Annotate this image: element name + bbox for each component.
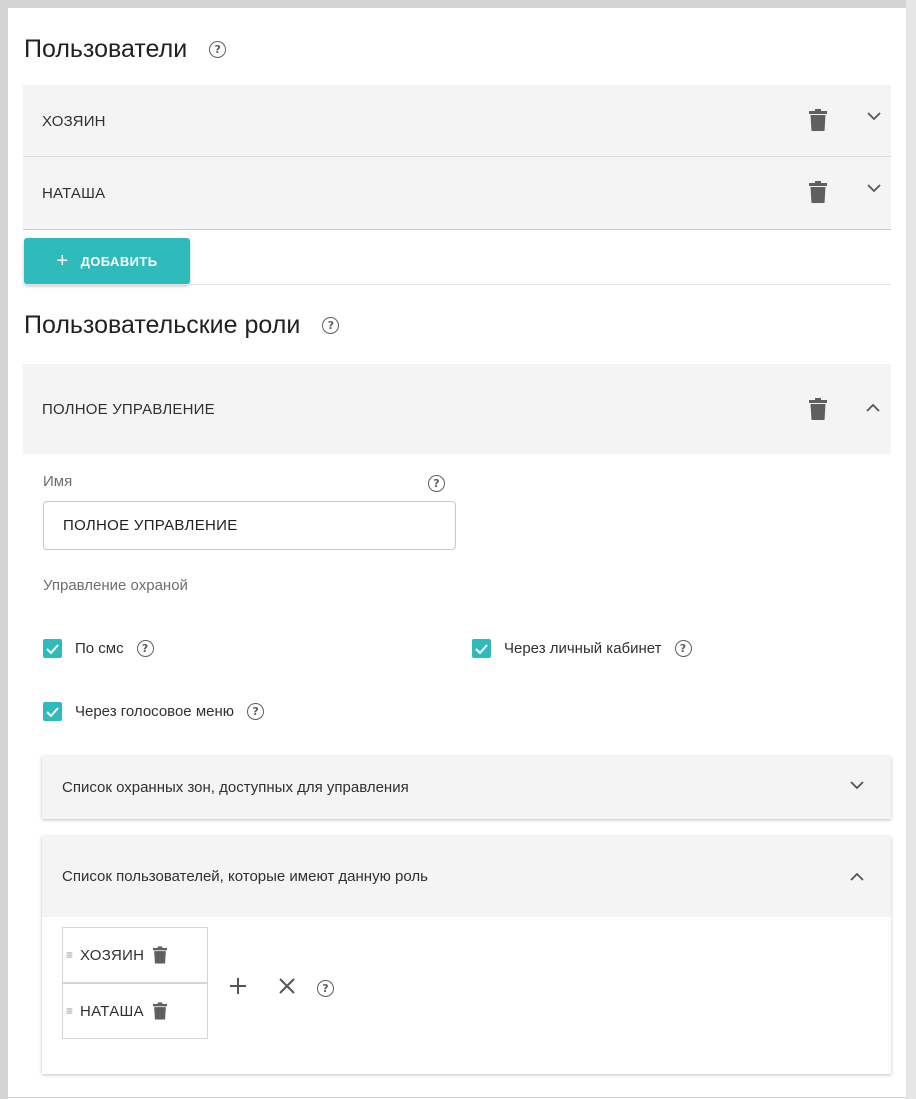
zones-panel-header[interactable]: Список охранных зон, доступных для управ… [42,756,891,819]
help-icon[interactable]: ? [209,41,227,58]
checkbox-checked[interactable] [43,639,62,658]
close-icon[interactable] [279,978,295,999]
drag-handle-icon[interactable]: ≡ [66,948,76,962]
window-frame-right [906,0,916,1099]
assigned-user-name: НАТАША [80,1002,144,1020]
users-section-header: Пользователи ? [24,35,227,64]
help-icon[interactable]: ? [322,317,340,334]
help-icon[interactable]: ? [247,703,265,720]
checkbox-label: Через личный кабинет [504,640,662,657]
checkbox-checked[interactable] [472,639,491,658]
user-item-label: НАТАША [42,184,106,202]
plus-icon: + [56,250,69,272]
section-divider [23,284,891,285]
assigned-user-chip[interactable]: ≡ ХОЗЯИН [62,927,208,983]
settings-content: Пользователи ? ХОЗЯИН НАТАША + ДОБАВИТЬ … [8,8,906,1099]
trash-icon[interactable] [809,181,827,203]
drag-handle-icon[interactable]: ≡ [66,1004,76,1018]
checkbox-checked[interactable] [43,702,62,721]
user-item-1[interactable]: НАТАША [23,157,891,229]
bottom-divider [8,1097,906,1098]
divider [23,229,891,230]
trash-icon[interactable] [153,946,168,964]
user-item-label: ХОЗЯИН [42,112,106,130]
security-control-label: Управление охраной [43,577,188,594]
help-icon[interactable]: ? [317,980,334,997]
role-panel-title: ПОЛНОЕ УПРАВЛЕНИЕ [42,400,215,418]
assigned-user-chip[interactable]: ≡ НАТАША [62,983,208,1039]
chevron-down-icon[interactable] [867,112,881,121]
role-users-panel: Список пользователей, которые имеют данн… [42,836,891,1074]
checkbox-label: Через голосовое меню [75,703,235,720]
zones-panel-title: Список охранных зон, доступных для управ… [62,779,409,796]
trash-icon[interactable] [809,398,827,420]
roles-section-title: Пользовательские роли [24,311,301,339]
role-name-input[interactable]: ПОЛНОЕ УПРАВЛЕНИЕ [43,501,456,550]
assigned-user-name: ХОЗЯИН [80,946,145,964]
help-icon[interactable]: ? [674,640,692,657]
role-users-actions: ? [229,977,334,1000]
plus-icon[interactable] [229,977,247,1000]
role-users-panel-header[interactable]: Список пользователей, которые имеют данн… [42,836,891,917]
roles-section-header: Пользовательские роли ? [24,311,340,340]
trash-icon[interactable] [152,1002,167,1020]
role-name-label: Имя [43,473,73,490]
add-user-button[interactable]: + ДОБАВИТЬ [24,238,190,284]
users-section-title: Пользователи [24,35,188,63]
zones-panel: Список охранных зон, доступных для управ… [42,756,891,819]
role-panel-header[interactable]: ПОЛНОЕ УПРАВЛЕНИЕ [23,364,891,454]
checkbox-personal-account[interactable]: Через личный кабинет ? [472,639,692,658]
window-frame-left [0,0,8,1099]
chevron-down-icon[interactable] [867,184,881,193]
checkbox-label: По смс [75,640,124,657]
role-users-panel-title: Список пользователей, которые имеют данн… [62,868,428,885]
add-user-button-label: ДОБАВИТЬ [80,253,158,269]
role-panel: ПОЛНОЕ УПРАВЛЕНИЕ Имя ? ПОЛНОЕ УПРАВЛЕНИ… [23,364,891,1099]
trash-icon[interactable] [809,109,827,131]
chevron-up-icon[interactable] [850,872,864,881]
chevron-up-icon[interactable] [866,403,880,412]
window-frame-top [0,0,916,8]
role-name-input-value: ПОЛНОЕ УПРАВЛЕНИЕ [63,517,238,534]
checkbox-sms[interactable]: По смс ? [43,639,154,658]
help-icon[interactable]: ? [136,640,154,657]
user-item-0[interactable]: ХОЗЯИН [23,85,891,157]
checkbox-voice-menu[interactable]: Через голосовое меню ? [43,702,265,721]
chevron-down-icon[interactable] [850,781,864,790]
help-icon[interactable]: ? [428,475,445,492]
